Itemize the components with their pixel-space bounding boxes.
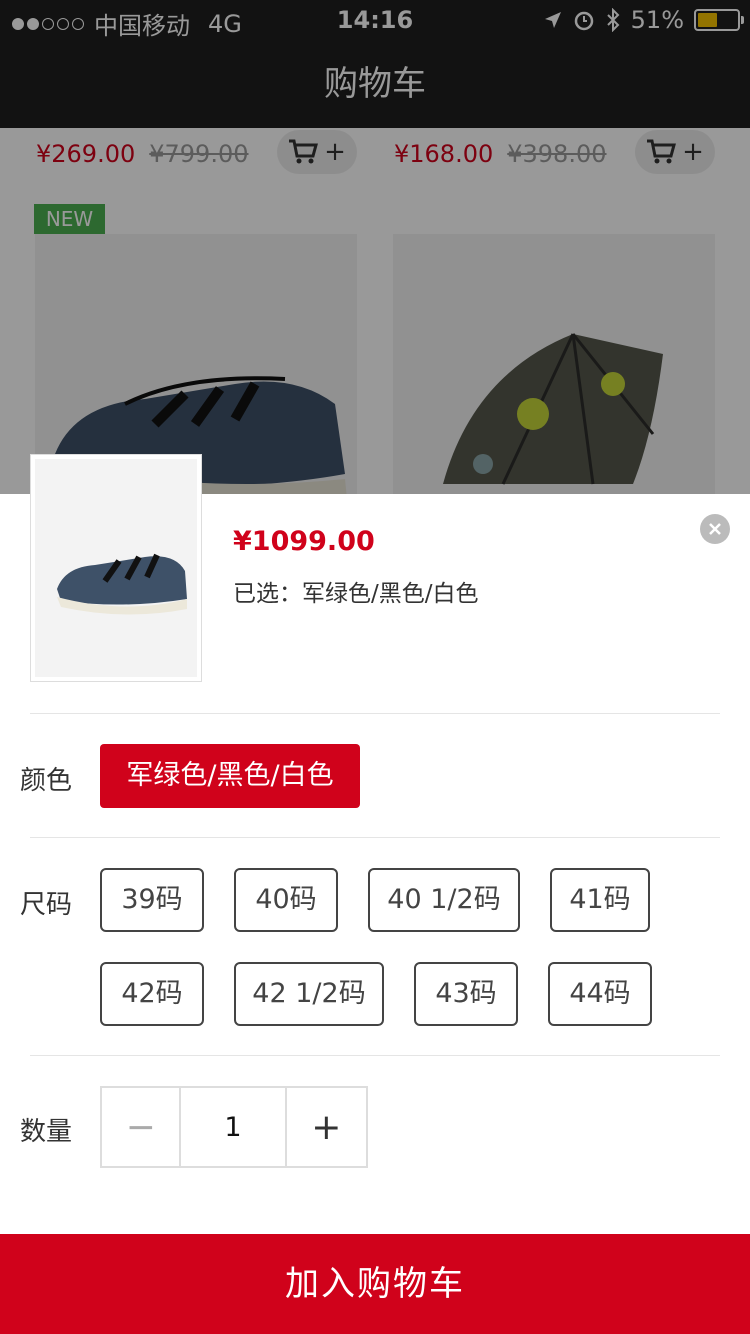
selected-price: ¥1099.00 bbox=[233, 526, 375, 557]
close-button[interactable] bbox=[700, 514, 730, 544]
divider bbox=[30, 837, 720, 838]
close-icon bbox=[709, 523, 721, 535]
size-option-41[interactable]: 41码 bbox=[550, 868, 650, 932]
quantity-label: 数量 bbox=[20, 1117, 73, 1147]
selected-value: 军绿色/黑色/白色 bbox=[302, 581, 479, 607]
divider bbox=[30, 713, 720, 714]
divider bbox=[30, 1055, 720, 1056]
size-option-40[interactable]: 40码 bbox=[234, 868, 338, 932]
plus-icon: + bbox=[311, 1106, 342, 1148]
size-option-39[interactable]: 39码 bbox=[100, 868, 204, 932]
sneaker-thumbnail-image bbox=[57, 553, 187, 615]
quantity-increase-button[interactable]: + bbox=[287, 1088, 366, 1166]
add-to-cart-submit-button[interactable]: 加入购物车 bbox=[0, 1234, 750, 1334]
selected-label: 已选： bbox=[233, 581, 302, 607]
size-option-43[interactable]: 43码 bbox=[414, 962, 518, 1026]
size-option-42[interactable]: 42码 bbox=[100, 962, 204, 1026]
quantity-stepper: − 1 + bbox=[100, 1086, 368, 1168]
quantity-decrease-button[interactable]: − bbox=[102, 1088, 182, 1166]
product-thumbnail bbox=[30, 454, 202, 682]
size-label: 尺码 bbox=[20, 890, 73, 920]
selected-summary: 已选： 军绿色/黑色/白色 bbox=[233, 574, 479, 608]
size-option-40-half[interactable]: 40 1/2码 bbox=[368, 868, 520, 932]
minus-icon: − bbox=[125, 1106, 156, 1148]
color-label: 颜色 bbox=[20, 766, 73, 796]
color-option-selected[interactable]: 军绿色/黑色/白色 bbox=[100, 744, 360, 808]
quantity-value[interactable]: 1 bbox=[181, 1088, 287, 1166]
modal-overlay[interactable] bbox=[0, 0, 750, 494]
size-option-44[interactable]: 44码 bbox=[548, 962, 652, 1026]
size-option-42-half[interactable]: 42 1/2码 bbox=[234, 962, 384, 1026]
